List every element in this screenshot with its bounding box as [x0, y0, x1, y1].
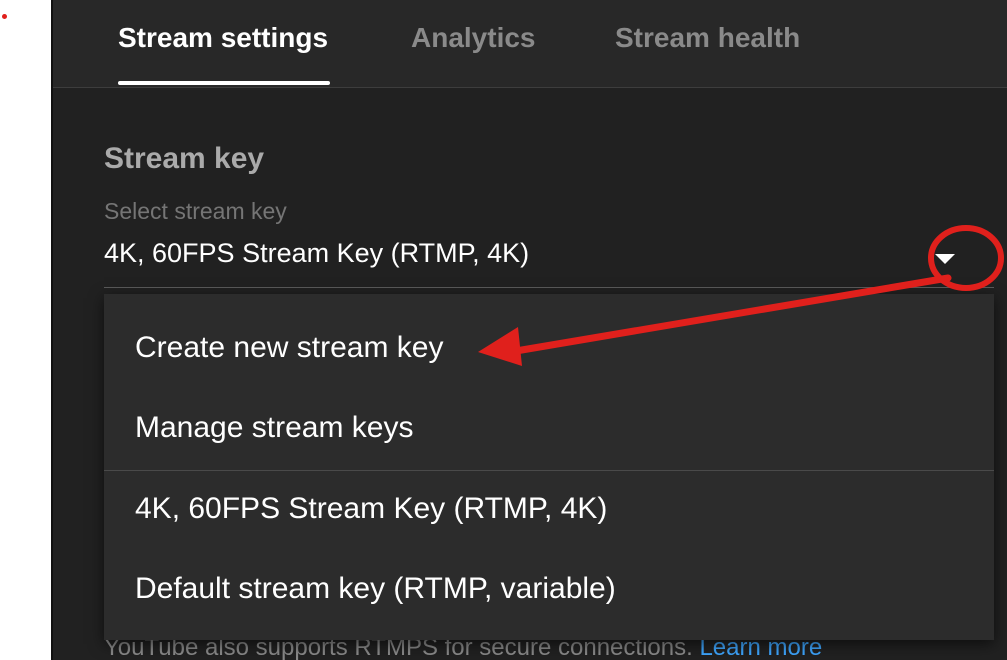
menu-item-key-default[interactable]: Default stream key (RTMP, variable) [135, 572, 616, 606]
active-tab-indicator [118, 81, 330, 85]
tab-stream-health[interactable]: Stream health [615, 22, 800, 54]
tab-bar: Stream settings Analytics Stream health [53, 0, 1007, 88]
selected-stream-key[interactable]: 4K, 60FPS Stream Key (RTMP, 4K) [104, 238, 529, 269]
stream-settings-panel: Stream settings Analytics Stream health … [51, 0, 1007, 660]
stream-key-title: Stream key [104, 142, 265, 175]
annotation-dot [2, 14, 7, 19]
menu-item-manage-keys[interactable]: Manage stream keys [135, 411, 413, 445]
stream-key-menu: Create new stream key Manage stream keys… [104, 294, 994, 640]
menu-item-key-4k[interactable]: 4K, 60FPS Stream Key (RTMP, 4K) [135, 492, 607, 526]
tab-analytics[interactable]: Analytics [411, 22, 536, 54]
tab-stream-settings[interactable]: Stream settings [118, 22, 328, 54]
caret-down-icon[interactable] [929, 244, 961, 272]
menu-item-create-key[interactable]: Create new stream key [135, 331, 443, 365]
menu-divider [104, 470, 994, 471]
select-stream-key-label: Select stream key [104, 198, 287, 224]
select-underline [104, 287, 994, 288]
